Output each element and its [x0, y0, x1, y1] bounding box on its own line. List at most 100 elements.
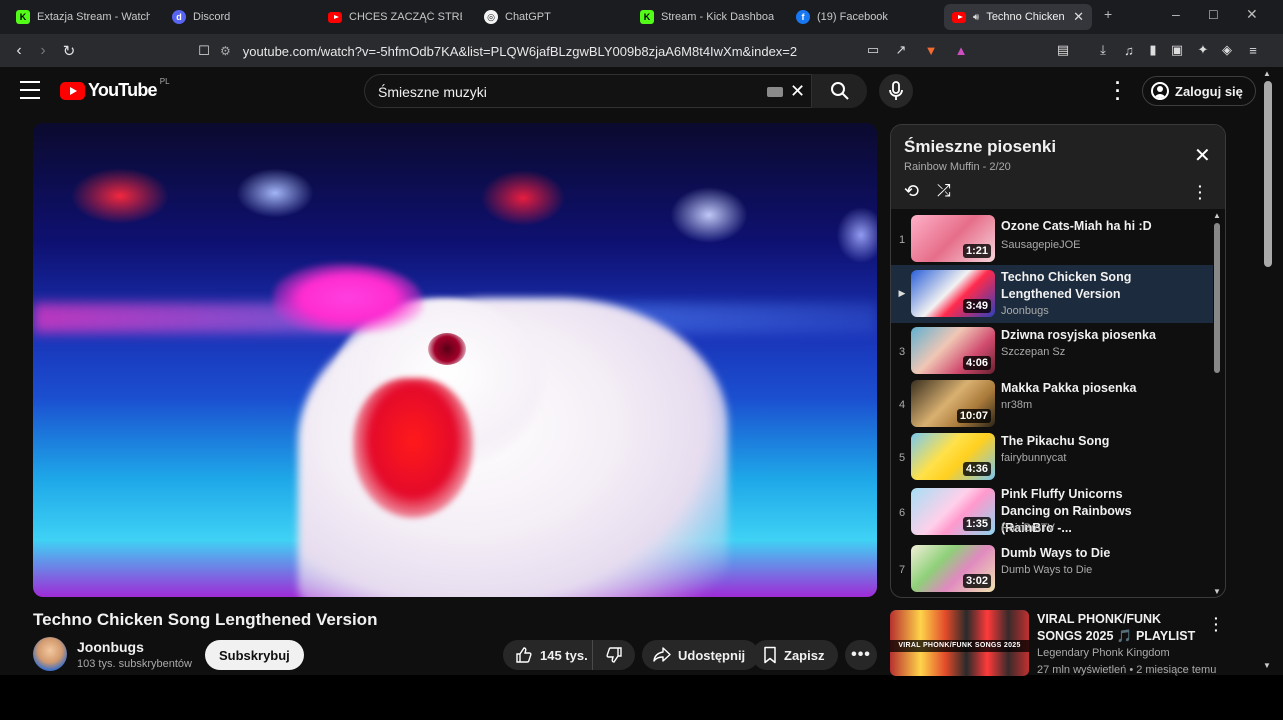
item-channel: RainBroTV: [1001, 522, 1055, 534]
item-index: 5: [898, 452, 906, 464]
browser-tab-active[interactable]: 🔊︎ Techno Chicken So ✕: [944, 4, 1092, 30]
loop-icon[interactable]: ⟲: [904, 181, 919, 202]
item-thumbnail[interactable]: 1:21: [911, 215, 995, 262]
browser-tab[interactable]: CHCES ZACZĄĆ STREAM: [320, 4, 470, 30]
video-player[interactable]: [33, 123, 877, 597]
facebook-icon: f: [796, 10, 810, 24]
item-thumbnail[interactable]: 3:02: [911, 545, 995, 592]
search-box[interactable]: Śmieszne muzyki ✕: [364, 74, 867, 108]
browser-tab[interactable]: K Stream - Kick Dashboard: [632, 4, 782, 30]
playlist-item[interactable]: 1 1:21 Ozone Cats-Miah ha hi :D Sausagep…: [891, 213, 1213, 267]
recommended-channel[interactable]: Legendary Phonk Kingdom: [1037, 647, 1170, 659]
item-thumbnail[interactable]: 3:49: [911, 270, 995, 317]
page-scroll-down-icon[interactable]: ▼: [1263, 661, 1271, 670]
item-thumbnail[interactable]: 10:07: [911, 380, 995, 427]
youtube-page: YouTube PL Śmieszne muzyki ✕ · · · Zaloguj…: [0, 67, 1260, 676]
item-title[interactable]: Techno Chicken Song Lengthened Version: [1001, 269, 1161, 303]
settings-kebab-icon[interactable]: · · ·: [1110, 74, 1126, 108]
reload-icon[interactable]: ↻: [58, 40, 80, 62]
close-window-button[interactable]: ✕: [1246, 6, 1258, 23]
browser-menu-icon[interactable]: ≡: [1244, 41, 1262, 59]
playlist-item[interactable]: 3 4:06 Dziwna rosyjska piosenka Szczepan…: [891, 325, 1213, 379]
search-button[interactable]: [811, 74, 867, 108]
page-scroll-up-icon[interactable]: ▲: [1263, 69, 1271, 78]
browser-tab[interactable]: ◎ ChatGPT: [476, 4, 626, 30]
sign-in-button[interactable]: Zaloguj się: [1142, 76, 1256, 106]
wallet-icon[interactable]: ▣: [1168, 41, 1186, 59]
sidebar-toggle-icon[interactable]: ▤: [1054, 41, 1072, 59]
maximize-button[interactable]: ☐: [1208, 8, 1219, 22]
brave-shields-icon[interactable]: ▼: [922, 41, 940, 59]
like-dislike-group: 145 tys.: [503, 640, 635, 670]
playlist-kebab-icon[interactable]: · · ·: [1198, 179, 1203, 205]
youtube-logo[interactable]: YouTube PL: [60, 77, 170, 101]
minimize-button[interactable]: –: [1172, 6, 1180, 22]
item-thumbnail[interactable]: 1:35: [911, 488, 995, 535]
clear-search-icon[interactable]: ✕: [790, 81, 805, 102]
item-duration: 3:49: [962, 299, 991, 313]
cast-icon[interactable]: ▭: [864, 41, 882, 59]
browser-tab[interactable]: K Extazja Stream - Watch Li: [8, 4, 158, 30]
more-actions-button[interactable]: •••: [845, 640, 877, 670]
playlist-item[interactable]: 4 10:07 Makka Pakka piosenka nr38m: [891, 378, 1213, 432]
download-icon[interactable]: ⤓: [1094, 41, 1112, 59]
dislike-button[interactable]: [593, 640, 635, 670]
tab-label: CHCES ZACZĄĆ STREAM: [349, 11, 462, 23]
page-scrollbar-thumb[interactable]: [1264, 81, 1272, 267]
bookmark-icon[interactable]: ☐: [193, 40, 215, 62]
item-title[interactable]: Ozone Cats-Miah ha hi :D: [1001, 218, 1201, 235]
recommended-title[interactable]: VIRAL PHONK/FUNK SONGS 2025 🎵 PLAYLIST: [1037, 611, 1207, 645]
browser-tab[interactable]: d Discord: [164, 4, 314, 30]
site-info-icon[interactable]: ⚙︎: [220, 44, 231, 58]
keyboard-icon[interactable]: [767, 87, 783, 97]
logo-wordmark: YouTube: [88, 80, 158, 100]
tab-label: Extazja Stream - Watch Li: [37, 11, 150, 23]
playlist-scrollbar[interactable]: [1214, 223, 1220, 373]
playlist-item-current[interactable]: ▶ 3:49 Techno Chicken Song Lengthened Ve…: [891, 265, 1213, 323]
item-title[interactable]: Makka Pakka piosenka: [1001, 380, 1201, 397]
voice-search-button[interactable]: [879, 74, 913, 108]
subscribe-button[interactable]: Subskrybuj: [205, 640, 304, 670]
hamburger-menu-icon[interactable]: [20, 81, 40, 99]
item-channel: Szczepan Sz: [1001, 346, 1066, 358]
share-page-icon[interactable]: ↗: [892, 41, 910, 59]
channel-avatar[interactable]: [33, 637, 67, 671]
browser-tab[interactable]: f (19) Facebook: [788, 4, 938, 30]
playlist-item[interactable]: 6 1:35 Pink Fluffy Unicorns Dancing on R…: [891, 484, 1213, 542]
close-tab-icon[interactable]: ✕: [1073, 9, 1084, 25]
vpn-shield-icon[interactable]: ◈: [1218, 41, 1236, 59]
close-playlist-icon[interactable]: ✕: [1194, 143, 1211, 168]
share-button[interactable]: Udostępnij: [642, 640, 760, 670]
music-icon[interactable]: ♫: [1120, 41, 1138, 59]
item-index: 7: [898, 564, 906, 576]
search-input[interactable]: Śmieszne muzyki: [378, 84, 487, 100]
playlist-title[interactable]: Śmieszne piosenki: [904, 137, 1056, 157]
item-thumbnail[interactable]: 4:36: [911, 433, 995, 480]
scroll-down-arrow-icon[interactable]: ▼: [1213, 587, 1221, 596]
item-title[interactable]: The Pikachu Song: [1001, 433, 1201, 450]
address-bar[interactable]: ⚙︎ youtube.com/watch?v=-5hfmOdb7KA&list=…: [220, 38, 910, 64]
page-scrollbar[interactable]: ▲ ▼: [1260, 67, 1283, 675]
tab-label: ChatGPT: [505, 11, 551, 23]
recommended-thumbnail[interactable]: VIRAL PHONK/FUNK SONGS 2025: [890, 610, 1029, 676]
playlist-item[interactable]: 5 4:36 The Pikachu Song fairybunnycat: [891, 431, 1213, 485]
playlist-item[interactable]: 7 3:02 Dumb Ways to Die Dumb Ways to Die: [891, 543, 1213, 597]
video-frame-wattle: [353, 378, 473, 518]
item-duration: 1:35: [962, 517, 991, 531]
channel-name[interactable]: Joonbugs: [77, 639, 144, 655]
shuffle-icon[interactable]: ⤮: [937, 181, 951, 201]
ai-sparkle-icon[interactable]: ✦: [1194, 41, 1212, 59]
reader-icon[interactable]: ▮: [1144, 41, 1162, 59]
forward-arrow-icon[interactable]: ›: [32, 40, 54, 62]
scroll-up-arrow-icon[interactable]: ▲: [1213, 211, 1221, 220]
like-button[interactable]: 145 tys.: [503, 640, 593, 670]
item-title[interactable]: Dziwna rosyjska piosenka: [1001, 327, 1201, 344]
back-arrow-icon[interactable]: ‹: [8, 40, 30, 62]
item-thumbnail[interactable]: 4:06: [911, 327, 995, 374]
brave-rewards-icon[interactable]: ▲: [952, 41, 970, 59]
item-title[interactable]: Dumb Ways to Die: [1001, 545, 1201, 562]
save-button[interactable]: Zapisz: [752, 640, 839, 670]
recommended-kebab-icon[interactable]: · · ·: [1214, 611, 1219, 637]
new-tab-button[interactable]: +: [1104, 6, 1112, 22]
playlist-header: Śmieszne piosenki Rainbow Muffin - 2/20 …: [891, 125, 1225, 209]
